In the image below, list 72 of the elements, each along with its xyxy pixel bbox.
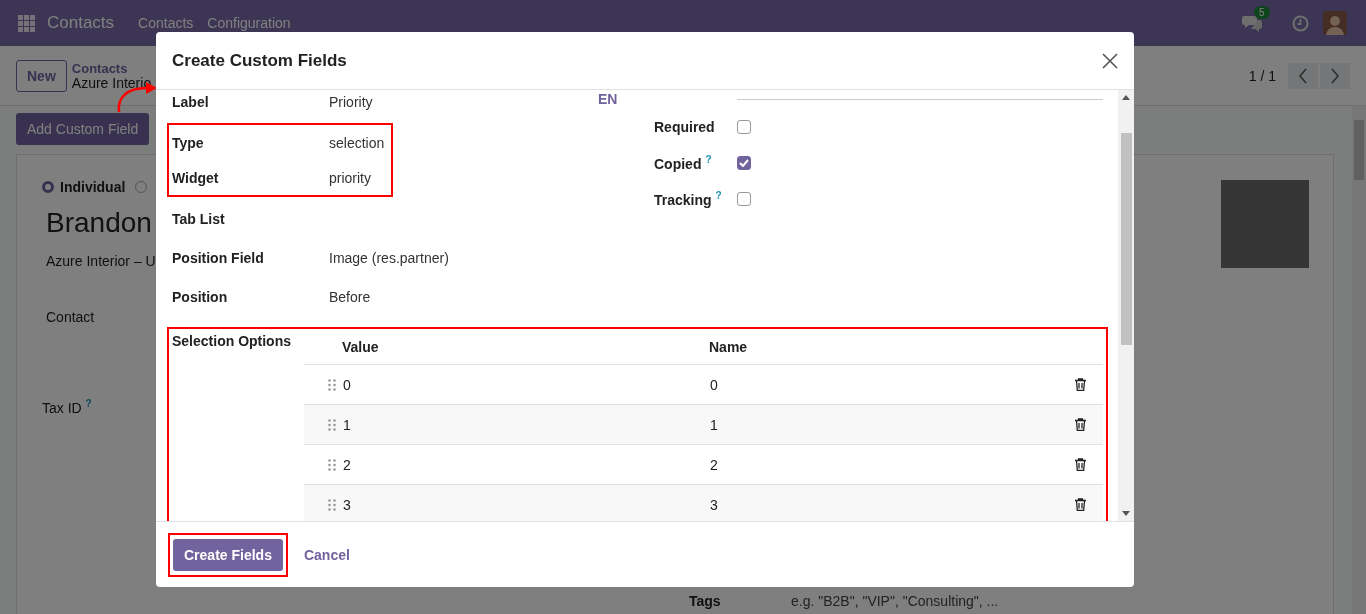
checkbox[interactable] [737, 120, 751, 134]
app-name[interactable]: Contacts [47, 13, 115, 33]
table-cell-text: 0 [710, 376, 719, 393]
field-label: Type [172, 134, 205, 151]
new-button[interactable]: New [16, 59, 67, 92]
radio-button[interactable] [42, 181, 54, 193]
breadcrumb-link[interactable]: Contacts [71, 60, 152, 76]
help-icon[interactable]: ? [85, 398, 92, 409]
previous-button[interactable] [1288, 62, 1318, 89]
field-label: Tax ID [42, 399, 82, 416]
menu-item[interactable]: Contacts [138, 15, 194, 31]
add-custom-field-button[interactable]: Add Custom Field [16, 113, 150, 145]
table-cell-text: 2 [710, 456, 719, 473]
radio-label: Individual [60, 179, 126, 195]
clock-icon[interactable] [1292, 14, 1309, 32]
scrollbar[interactable] [1352, 106, 1366, 614]
table-cell-text: 0 [343, 376, 352, 393]
next-button[interactable] [1320, 62, 1350, 89]
table-cell-text: 1 [710, 416, 719, 433]
pager-text: 1 / 1 [1248, 67, 1276, 84]
scrollbar[interactable] [1118, 90, 1134, 521]
table-cell-text: 2 [343, 456, 352, 473]
create-fields-button[interactable]: Create Fields [173, 538, 283, 571]
checkbox[interactable] [737, 192, 751, 206]
cancel-button[interactable]: Cancel [297, 545, 356, 564]
apps-grid-icon[interactable] [18, 14, 35, 32]
column-header: Name [709, 338, 749, 355]
field-value[interactable]: Priority [329, 93, 373, 110]
option-label: Required [654, 119, 715, 135]
field-value[interactable]: Image (res.partner) [329, 249, 449, 266]
dialog-title: Create Custom Fields [172, 50, 348, 71]
field-label: Contact [46, 309, 96, 325]
help-icon[interactable]: ? [715, 190, 722, 202]
scroll-up-icon[interactable] [1122, 95, 1130, 100]
drag-handle-icon[interactable] [328, 418, 336, 431]
chevron-right-icon[interactable] [1330, 67, 1340, 84]
trash-icon[interactable] [1075, 418, 1086, 431]
checkbox[interactable] [737, 156, 751, 170]
option-label: Tracking [654, 191, 712, 208]
trash-icon[interactable] [1075, 498, 1086, 511]
contact-name: Brandon [46, 207, 152, 239]
option-label: Copied [654, 155, 702, 172]
chat-icon[interactable] [1242, 14, 1262, 32]
drag-handle-icon[interactable] [328, 378, 336, 391]
language-button[interactable]: EN [598, 91, 737, 107]
field-label: Tab List [172, 210, 226, 227]
field-label: Widget [172, 169, 220, 186]
trash-icon[interactable] [1075, 378, 1086, 391]
field-label: Position Field [172, 249, 265, 266]
field-value[interactable]: Before [329, 288, 371, 305]
drag-handle-icon[interactable] [328, 498, 336, 511]
menu-item[interactable]: Configuration [207, 15, 291, 31]
field-value[interactable]: priority [329, 169, 371, 186]
field-label: Position [172, 288, 229, 305]
table-cell-text: 3 [343, 496, 352, 513]
field-label: Label [172, 93, 210, 110]
field-value[interactable]: selection [329, 134, 385, 151]
field-label: Selection Options [172, 332, 292, 351]
company-name: Azure Interior – U [46, 253, 156, 269]
chevron-left-icon[interactable] [1298, 67, 1308, 84]
scroll-down-icon[interactable] [1122, 511, 1130, 516]
tags-field[interactable]: e.g. "B2B", "VIP", "Consulting", ... [789, 591, 1093, 610]
message-count-badge: 5 [1254, 6, 1270, 19]
table-cell-text: 3 [710, 496, 719, 513]
close-icon[interactable] [1102, 52, 1118, 69]
column-header: Value [341, 338, 380, 355]
trash-icon[interactable] [1075, 458, 1086, 471]
help-icon[interactable]: ? [705, 154, 712, 166]
drag-handle-icon[interactable] [328, 458, 336, 471]
field-label: Tags [689, 592, 722, 609]
avatar-icon[interactable] [1323, 11, 1347, 35]
table-cell-text: 1 [343, 416, 352, 433]
